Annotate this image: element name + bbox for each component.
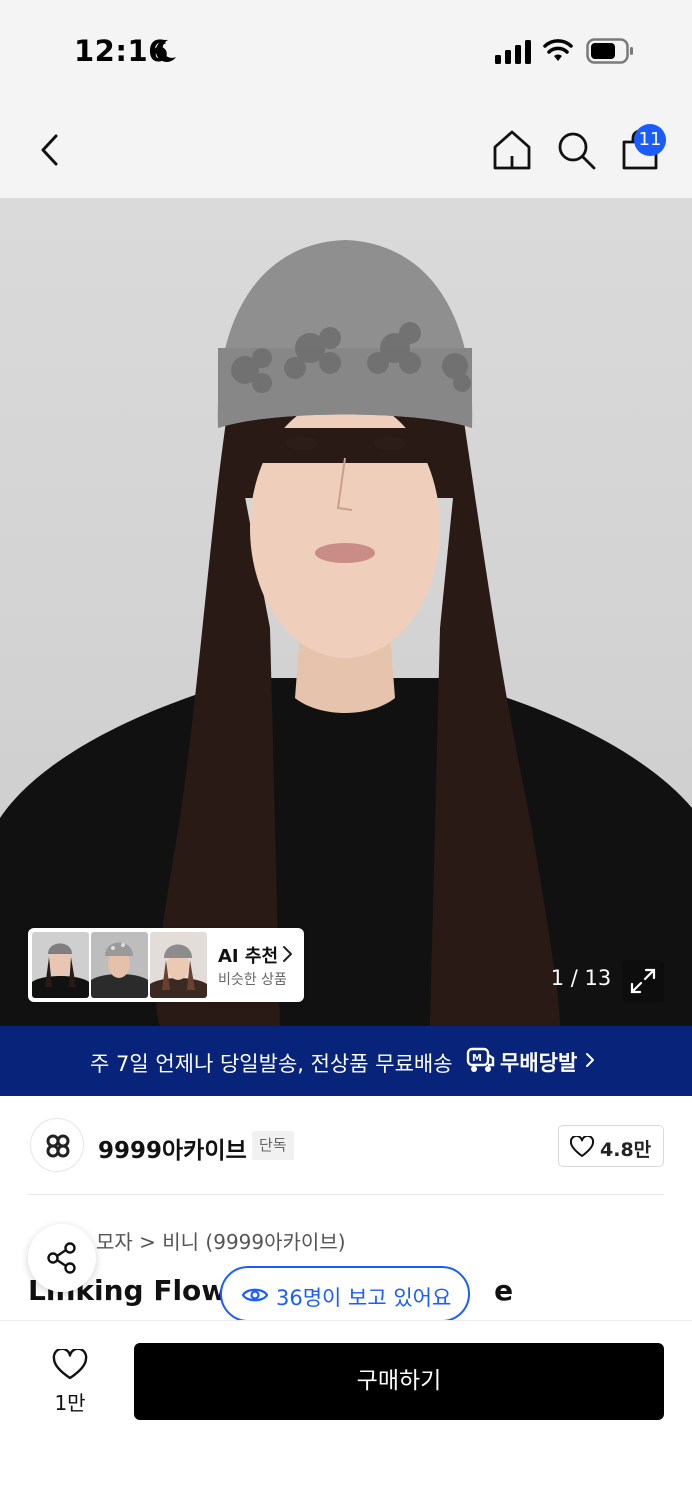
cart-count-badge: 11: [634, 124, 666, 156]
recommendation-thumbnail[interactable]: [150, 932, 207, 998]
brand-like-button[interactable]: 4.8만: [558, 1125, 664, 1167]
expand-arrows-icon: [630, 968, 656, 994]
ai-recommend-subtitle: 비슷한 상품: [218, 972, 287, 988]
fullscreen-expand-button[interactable]: [622, 960, 664, 1002]
bottom-action-bar: 1만 구매하기: [0, 1320, 692, 1500]
heart-icon: [570, 1136, 594, 1157]
image-page-counter: 1 / 13: [550, 966, 612, 990]
live-viewers-indicator: 36명이 보고 있어요: [220, 1266, 470, 1322]
share-icon: [47, 1242, 76, 1274]
promo-text: 주 7일 언제나 당일발송, 전상품 무료배송: [90, 1052, 453, 1076]
brand-like-count: 4.8만: [600, 1139, 652, 1161]
battery-icon: [586, 38, 633, 64]
top-navigation-bar: [0, 100, 692, 198]
back-arrow-icon[interactable]: [34, 130, 68, 170]
live-viewers-text: 36명이 보고 있어요: [276, 1286, 452, 1310]
heart-icon[interactable]: [52, 1349, 88, 1381]
wifi-icon: [543, 39, 573, 61]
chevron-right-icon: [586, 1053, 594, 1067]
brand-logo-mark-icon: [46, 1134, 70, 1158]
buy-button[interactable]: 구매하기: [134, 1343, 664, 1420]
search-icon[interactable]: [554, 128, 598, 172]
home-icon[interactable]: [490, 128, 534, 172]
recommendation-thumbnail[interactable]: [91, 932, 148, 998]
promo-brand-label: 무배당발: [500, 1051, 578, 1075]
exclusive-badge: 단독: [252, 1131, 294, 1160]
delivery-truck-icon: M: [466, 1047, 495, 1072]
ai-recommendation-card[interactable]: AI 추천 비슷한 상품: [28, 928, 304, 1002]
brand-logo[interactable]: [30, 1118, 84, 1172]
chevron-right-icon: [283, 946, 292, 962]
moon-icon: [155, 39, 176, 62]
brand-name[interactable]: 9999아카이브: [98, 1131, 247, 1165]
recommendation-thumbnail[interactable]: [32, 932, 89, 998]
favorite-count: 1만: [54, 1391, 86, 1415]
svg-text:M: M: [472, 1053, 482, 1064]
share-button[interactable]: [28, 1224, 96, 1292]
breadcrumb-path[interactable]: 모자 > 비니 (9999아카이브): [96, 1230, 346, 1254]
cellular-signal-icon: [495, 40, 531, 64]
product-image-carousel[interactable]: [0, 198, 692, 1026]
status-bar: 12:16: [0, 0, 692, 100]
ai-recommend-title: AI 추천: [218, 946, 279, 967]
divider: [28, 1194, 664, 1195]
product-title-tail: e: [494, 1274, 514, 1307]
product-photo: [0, 240, 692, 1026]
eye-icon: [242, 1288, 268, 1302]
